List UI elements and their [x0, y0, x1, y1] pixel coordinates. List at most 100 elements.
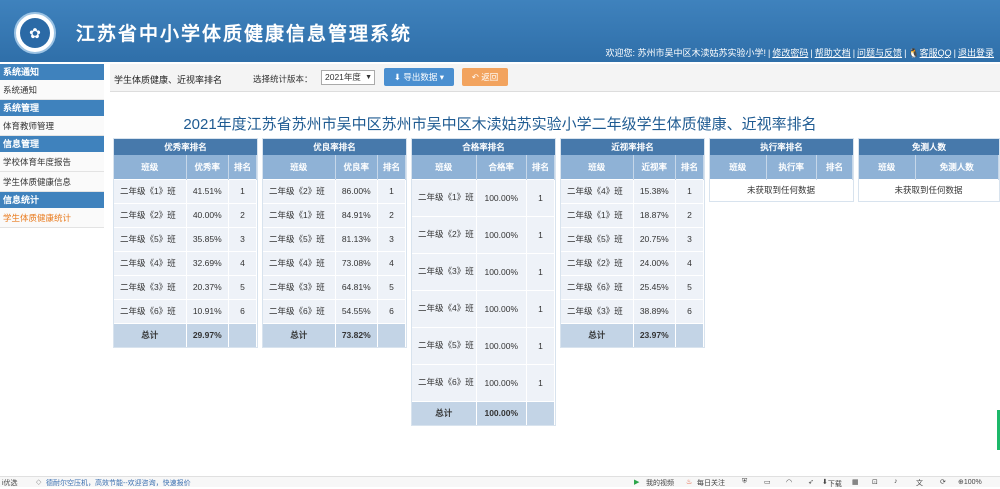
rate-cell: 100.00%: [476, 252, 527, 290]
table-row: 二年级《5》班 35.85% 3: [114, 226, 257, 251]
help-docs-link[interactable]: 帮助文档: [815, 48, 851, 58]
panel-title: 免测人数: [859, 139, 999, 155]
class-cell: 二年级《6》班: [263, 298, 336, 323]
class-cell: 二年级《2》班: [561, 250, 634, 275]
total-label: 总计: [412, 400, 477, 425]
rate-cell: 32.69%: [186, 250, 229, 275]
rocket-icon[interactable]: ➶: [808, 478, 814, 486]
ranking-table: 班级 免测人数 未获取到任何数据: [859, 155, 999, 201]
rate-cell: 81.13%: [335, 226, 378, 251]
class-cell: 二年级《5》班: [561, 226, 634, 251]
feedback-link[interactable]: 问题与反馈: [857, 48, 902, 58]
sidebar-group-notice[interactable]: 系统通知: [0, 64, 104, 80]
app-header: ✿ 江苏省中小学体质健康信息管理系统 欢迎您: 苏州市吴中区木渎姑苏实验小学! |…: [0, 0, 1000, 62]
class-cell: 二年级《5》班: [412, 326, 477, 364]
total-value: 100.00%: [476, 400, 527, 425]
sidebar-group-info[interactable]: 信息管理: [0, 136, 104, 152]
class-cell: 二年级《3》班: [412, 252, 477, 290]
column-header: 班级: [710, 155, 767, 179]
class-cell: 二年级《3》班: [561, 298, 634, 323]
table-row: 二年级《2》班 24.00% 4: [561, 250, 704, 275]
class-cell: 二年级《4》班: [412, 289, 477, 327]
panel-title: 优良率排名: [263, 139, 406, 155]
table-row: 二年级《4》班 15.38% 1: [561, 178, 704, 203]
app-title: 江苏省中小学体质健康信息管理系统: [76, 24, 413, 45]
total-label: 总计: [114, 322, 187, 347]
total-value: 73.82%: [335, 322, 378, 347]
table-row: 二年级《5》班 100.00% 1: [412, 326, 555, 364]
class-cell: 二年级《1》班: [263, 202, 336, 227]
rank-cell: 1: [526, 215, 555, 253]
refresh-icon[interactable]: ⟳: [940, 478, 946, 486]
grid-icon[interactable]: ▦: [852, 478, 859, 486]
rate-cell: 100.00%: [476, 326, 527, 364]
column-header: 班级: [859, 155, 916, 179]
column-header: 排名: [377, 155, 406, 179]
class-cell: 二年级《2》班: [412, 215, 477, 253]
table-row: 二年级《1》班 84.91% 2: [263, 202, 406, 227]
zoom-level: 100%: [963, 479, 982, 486]
total-value: 23.97%: [633, 322, 676, 347]
column-header: 班级: [412, 155, 477, 179]
sidebar-group-system[interactable]: 系统管理: [0, 100, 104, 116]
table-row: 二年级《1》班 100.00% 1: [412, 178, 555, 216]
column-header: 排名: [675, 155, 704, 179]
rank-cell: 1: [526, 363, 555, 401]
window-icon[interactable]: ▭: [764, 478, 771, 486]
sidebar-item-annual-report[interactable]: 学校体育年度报告: [0, 152, 104, 172]
table-row: 二年级《3》班 64.81% 5: [263, 274, 406, 299]
column-header: 排名: [228, 155, 257, 179]
sidebar-item-health-info[interactable]: 学生体质健康信息: [0, 172, 104, 192]
sound-icon[interactable]: ♪: [894, 478, 898, 485]
table-row: 二年级《5》班 81.13% 3: [263, 226, 406, 251]
top-nav: 欢迎您: 苏州市吴中区木渎姑苏实验小学! | 修改密码 | 帮助文档 | 问题与反馈 | 🐧客服…: [605, 48, 994, 58]
rate-cell: 100.00%: [476, 289, 527, 327]
panel-title: 近视率排名: [561, 139, 704, 155]
logout-link[interactable]: 退出登录: [958, 48, 994, 58]
back-button[interactable]: ↶ 返回: [462, 68, 508, 86]
export-button[interactable]: ⬇ 导出数据 ▾: [384, 68, 454, 86]
column-header: 执行率: [766, 155, 817, 179]
lock-icon[interactable]: ⊡: [872, 478, 878, 486]
rank-cell: 3: [675, 226, 704, 251]
empty-message: 未获取到任何数据: [859, 178, 999, 201]
rate-cell: 24.00%: [633, 250, 676, 275]
table-row: 二年级《6》班 100.00% 1: [412, 363, 555, 401]
ad-icon: ◇: [36, 479, 42, 486]
rank-cell: 1: [526, 252, 555, 290]
rate-cell: 15.38%: [633, 178, 676, 203]
total-empty-cell: [526, 400, 555, 425]
version-select[interactable]: 2021年度 ▼: [321, 70, 375, 85]
table-row: 二年级《3》班 38.89% 6: [561, 298, 704, 323]
rate-cell: 38.89%: [633, 298, 676, 323]
toolbar-title: 学生体质健康、近视率排名: [114, 75, 223, 85]
download-label: 下载: [827, 481, 842, 488]
sidebar-item-health-statistics[interactable]: 学生体质健康统计: [0, 208, 104, 228]
rate-cell: 20.75%: [633, 226, 676, 251]
rate-cell: 35.85%: [186, 226, 229, 251]
toolbar: 学生体质健康、近视率排名 选择统计版本： 2021年度 ▼ ⬇ 导出数据 ▾ ↶ …: [110, 64, 1000, 92]
sidebar-group-statistics[interactable]: 信息统计: [0, 192, 104, 208]
class-cell: 二年级《3》班: [263, 274, 336, 299]
rate-cell: 40.00%: [186, 202, 229, 227]
export-button-label: 导出数据: [403, 72, 438, 82]
panel-title: 优秀率排名: [114, 139, 257, 155]
rate-cell: 84.91%: [335, 202, 378, 227]
rank-cell: 6: [675, 298, 704, 323]
sidebar-item-teacher-management[interactable]: 体育教师管理: [0, 116, 104, 136]
rank-cell: 3: [377, 226, 406, 251]
class-cell: 二年级《4》班: [263, 250, 336, 275]
rate-cell: 100.00%: [476, 215, 527, 253]
rate-cell: 20.37%: [186, 274, 229, 299]
headphones-icon[interactable]: ◠: [786, 478, 792, 486]
class-cell: 二年级《6》班: [412, 363, 477, 401]
sidebar-item-system-notice[interactable]: 系统通知: [0, 80, 104, 100]
rate-cell: 73.08%: [335, 250, 378, 275]
rank-cell: 4: [675, 250, 704, 275]
shield-icon[interactable]: ⛨: [742, 478, 747, 486]
statusbar-download-link[interactable]: ⬇ 下载: [822, 478, 842, 488]
column-header: 合格率: [476, 155, 527, 179]
change-password-link[interactable]: 修改密码: [772, 48, 808, 58]
qq-service-link[interactable]: 客服QQ: [920, 48, 952, 58]
zoom-control[interactable]: ⊕ 100%: [958, 478, 982, 486]
